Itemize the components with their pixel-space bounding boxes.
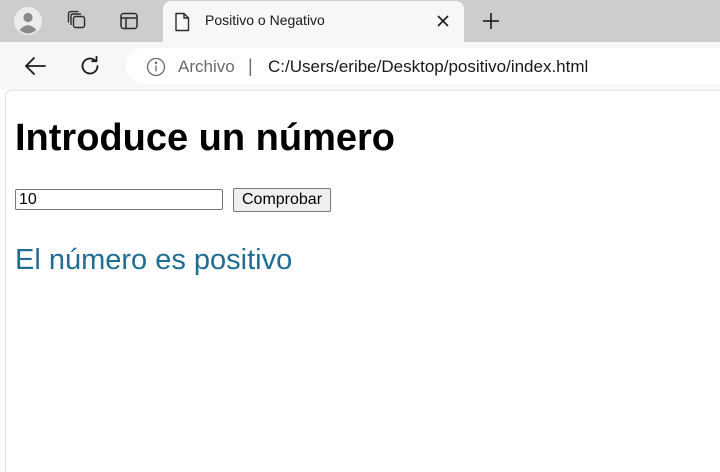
back-arrow-icon <box>25 57 46 75</box>
result-text: El número es positivo <box>15 244 293 276</box>
back-button[interactable] <box>19 50 51 82</box>
new-tab-button[interactable] <box>476 6 506 36</box>
reload-button[interactable] <box>74 50 106 82</box>
tab-actions-icon <box>120 12 138 30</box>
site-info-label[interactable]: Archivo <box>178 57 235 77</box>
number-input[interactable] <box>15 189 223 210</box>
tab-title: Positivo o Negativo <box>205 12 325 28</box>
browser-window: Positivo o Negativo Archivo | C:/Users/e… <box>0 0 720 472</box>
tab-actions-button[interactable] <box>113 5 145 37</box>
workspaces-icon <box>67 10 86 29</box>
close-icon <box>437 15 449 27</box>
reload-icon <box>81 55 99 75</box>
workspaces-button[interactable] <box>61 5 93 37</box>
profile-avatar-icon <box>14 7 42 35</box>
plus-icon <box>483 13 499 29</box>
document-icon <box>175 12 190 32</box>
check-button[interactable]: Comprobar <box>233 188 332 212</box>
url-text[interactable]: C:/Users/eribe/Desktop/positivo/index.ht… <box>268 57 588 77</box>
profile-button[interactable] <box>12 5 44 37</box>
tab-strip: Positivo o Negativo <box>0 0 720 42</box>
address-separator: | <box>248 56 253 76</box>
close-tab-button[interactable] <box>433 11 453 31</box>
tab-active[interactable]: Positivo o Negativo <box>163 1 464 42</box>
page-viewport: Introduce un número Comprobar El número … <box>5 90 720 472</box>
info-icon[interactable] <box>146 57 166 77</box>
browser-toolbar: Archivo | C:/Users/eribe/Desktop/positiv… <box>0 42 720 90</box>
address-bar[interactable]: Archivo | C:/Users/eribe/Desktop/positiv… <box>126 48 720 84</box>
page-heading: Introduce un número <box>15 117 395 159</box>
